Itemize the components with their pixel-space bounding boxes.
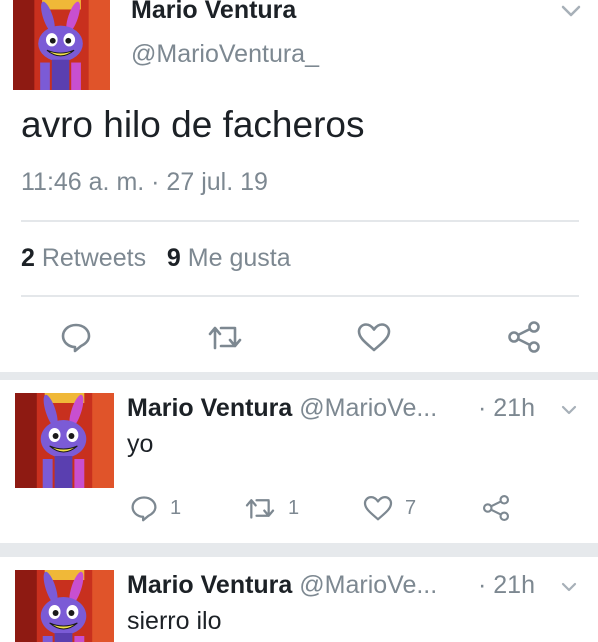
retweet-icon[interactable]	[207, 322, 243, 352]
author-handle[interactable]: @MarioVentura_	[131, 40, 319, 69]
separator	[0, 543, 598, 557]
like-button[interactable]: 7	[363, 492, 416, 524]
avatar[interactable]	[13, 0, 110, 90]
author-name[interactable]: Mario Ventura	[127, 571, 292, 599]
reply-text: sierro ilo	[127, 607, 222, 635]
reply-tweet[interactable]: Mario Ventura @MarioVe... · 21h sierro i…	[0, 557, 598, 642]
divider	[21, 295, 579, 297]
share-button[interactable]	[482, 492, 510, 524]
avatar[interactable]	[15, 393, 114, 488]
reply-time[interactable]: · 21h	[478, 571, 535, 600]
reply-icon	[131, 496, 157, 522]
likes-label: Me gusta	[180, 244, 291, 272]
chevron-down-icon[interactable]	[560, 404, 578, 416]
chevron-down-icon[interactable]	[560, 4, 582, 18]
share-icon	[482, 494, 510, 522]
likes-count: 9	[166, 244, 181, 272]
main-tweet: Mario Ventura @MarioVentura_ avro hilo d…	[0, 0, 598, 372]
reply-icon[interactable]	[60, 321, 92, 353]
divider	[21, 220, 579, 222]
tweet-timestamp[interactable]: 11:46 a. m. · 27 jul. 19	[21, 168, 268, 197]
reply-button[interactable]: 1	[130, 492, 181, 524]
reply-header: Mario Ventura @MarioVe...	[127, 394, 437, 423]
avatar[interactable]	[15, 570, 114, 642]
retweets-count: 2	[21, 244, 35, 272]
author-handle[interactable]: @MarioVe...	[292, 394, 437, 422]
reply-actions: 1 1 7	[0, 492, 598, 524]
separator	[0, 372, 598, 380]
share-icon[interactable]	[507, 320, 541, 354]
retweets-stat[interactable]: 2 Retweets	[21, 244, 146, 272]
heart-icon[interactable]	[357, 322, 391, 352]
retweets-label: Retweets	[34, 244, 147, 272]
retweet-count: 1	[288, 496, 300, 519]
author-name[interactable]: Mario Ventura	[131, 0, 296, 25]
reply-count: 1	[170, 496, 182, 519]
author-handle[interactable]: @MarioVe...	[292, 571, 437, 599]
like-count: 7	[405, 496, 417, 519]
reply-time[interactable]: · 21h	[478, 394, 535, 423]
reply-header: Mario Ventura @MarioVe...	[127, 571, 437, 600]
reply-text: yo	[127, 430, 154, 458]
retweet-button[interactable]: 1	[244, 492, 299, 524]
tweet-stats: 2 Retweets 9 Me gusta	[21, 244, 291, 273]
tweet-text: avro hilo de facheros	[21, 104, 365, 145]
retweet-icon	[245, 499, 275, 519]
heart-icon	[363, 496, 393, 521]
author-name[interactable]: Mario Ventura	[127, 394, 292, 422]
chevron-down-icon[interactable]	[560, 581, 578, 593]
reply-tweet[interactable]: Mario Ventura @MarioVe... · 21h yo 1 1 7	[0, 380, 598, 543]
likes-stat[interactable]: 9 Me gusta	[167, 244, 291, 272]
